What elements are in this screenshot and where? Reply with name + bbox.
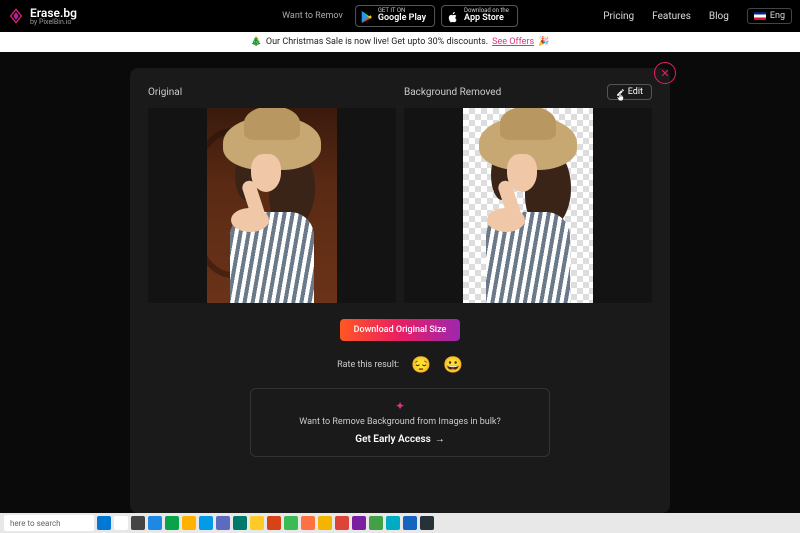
taskbar-app-icon[interactable] <box>420 516 434 530</box>
promo-banner: 🎄 Our Christmas Sale is now live! Get up… <box>0 32 800 52</box>
original-image-panel <box>148 108 396 303</box>
taskbar-app-icon[interactable] <box>233 516 247 530</box>
app-store-badge[interactable]: Download on the App Store <box>441 5 518 27</box>
taskbar-app-icon[interactable] <box>335 516 349 530</box>
header-center: Want to Remov GET IT ON Google Play Down… <box>282 5 518 27</box>
taskbar-app-icon[interactable] <box>369 516 383 530</box>
close-button[interactable]: ✕ <box>654 62 676 84</box>
sparkle-icon: ✦ <box>261 399 539 413</box>
main-area: ✕ Original <box>0 52 800 513</box>
taskbar-app-icon[interactable] <box>97 516 111 530</box>
download-button[interactable]: Download Original Size <box>340 319 460 341</box>
arrow-right-icon: → <box>435 434 445 445</box>
flag-icon <box>754 12 766 20</box>
rate-sad-button[interactable]: 😔 <box>411 355 431 374</box>
taskbar-icons <box>97 516 434 530</box>
original-column: Original <box>148 82 396 303</box>
rating-row: Rate this result: 😔 😀 <box>148 355 652 374</box>
removed-image-panel <box>404 108 652 303</box>
taskbar-app-icon[interactable] <box>318 516 332 530</box>
taskbar-app-icon[interactable] <box>165 516 179 530</box>
edit-button[interactable]: Edit <box>607 84 652 100</box>
bulk-question: Want to Remove Background from Images in… <box>261 417 539 427</box>
nav-pricing[interactable]: Pricing <box>603 11 634 22</box>
brand-subtitle: by PixelBin.io <box>30 19 77 26</box>
brand-logo[interactable]: Erase.bg by PixelBin.io <box>8 7 77 26</box>
taskbar-app-icon[interactable] <box>267 516 281 530</box>
taskbar-app-icon[interactable] <box>148 516 162 530</box>
original-label: Original <box>148 87 182 98</box>
nav-blog[interactable]: Blog <box>709 11 729 22</box>
header-tagline: Want to Remov <box>282 11 343 21</box>
rate-happy-button[interactable]: 😀 <box>443 355 463 374</box>
taskbar-app-icon[interactable] <box>131 516 145 530</box>
taskbar-app-icon[interactable] <box>352 516 366 530</box>
logo-icon <box>8 8 24 24</box>
taskbar-app-icon[interactable] <box>114 516 128 530</box>
header-nav: Pricing Features Blog Eng <box>603 8 792 24</box>
google-play-badge[interactable]: GET IT ON Google Play <box>355 5 435 27</box>
close-icon: ✕ <box>660 67 669 80</box>
google-play-icon <box>360 9 374 23</box>
result-card: ✕ Original <box>130 68 670 513</box>
taskbar-app-icon[interactable] <box>403 516 417 530</box>
taskbar-search[interactable]: here to search <box>4 515 94 531</box>
removed-image <box>463 108 593 303</box>
app-header: Erase.bg by PixelBin.io Want to Remov GE… <box>0 0 800 32</box>
rate-label: Rate this result: <box>337 360 399 370</box>
taskbar-app-icon[interactable] <box>216 516 230 530</box>
removed-column: Background Removed Edit <box>404 82 652 303</box>
promo-emoji-right: 🎉 <box>538 37 549 47</box>
taskbar-app-icon[interactable] <box>284 516 298 530</box>
pencil-icon <box>616 88 625 97</box>
early-access-link[interactable]: Get Early Access → <box>355 434 444 445</box>
taskbar-app-icon[interactable] <box>182 516 196 530</box>
bulk-promo: ✦ Want to Remove Background from Images … <box>250 388 550 457</box>
promo-link[interactable]: See Offers <box>492 37 534 47</box>
taskbar-app-icon[interactable] <box>250 516 264 530</box>
removed-label: Background Removed <box>404 87 501 98</box>
apple-icon <box>446 9 460 23</box>
brand-name: Erase.bg <box>30 7 77 19</box>
taskbar-app-icon[interactable] <box>199 516 213 530</box>
taskbar-app-icon[interactable] <box>386 516 400 530</box>
taskbar-app-icon[interactable] <box>301 516 315 530</box>
nav-features[interactable]: Features <box>652 11 691 22</box>
original-image <box>207 108 337 303</box>
language-selector[interactable]: Eng <box>747 8 792 24</box>
windows-taskbar[interactable]: here to search <box>0 513 800 533</box>
promo-emoji-left: 🎄 <box>251 37 262 47</box>
promo-text: Our Christmas Sale is now live! Get upto… <box>266 37 488 47</box>
